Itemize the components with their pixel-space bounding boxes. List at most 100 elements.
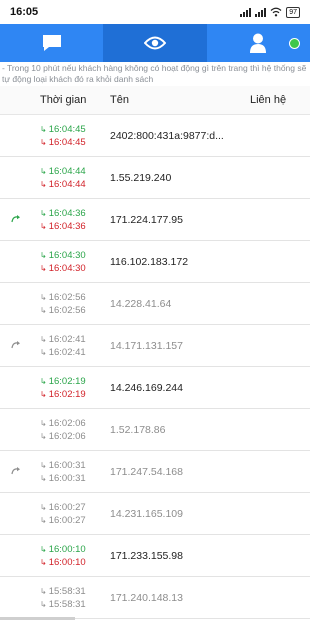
- table-row[interactable]: ↳ 16:00:31 ↳ 16:00:31 171.247.54.168: [0, 451, 310, 493]
- time-in: ↳ 16:00:10: [40, 543, 86, 555]
- row-times: ↳ 16:02:56 ↳ 16:02:56: [32, 291, 106, 317]
- person-icon: [250, 33, 267, 53]
- returning-visitor-icon: [10, 341, 20, 349]
- signal-2-icon: [255, 7, 267, 17]
- arrow-in-icon: ↳: [40, 418, 47, 428]
- status-bar: 16:05 97: [0, 0, 310, 24]
- visitor-name: 116.102.183.172: [110, 255, 189, 268]
- row-indicator: [0, 215, 32, 224]
- row-times: ↳ 16:02:41 ↳ 16:02:41: [32, 333, 106, 359]
- arrow-out-icon: ↳: [40, 137, 47, 147]
- row-times: ↳ 16:04:30 ↳ 16:04:30: [32, 249, 106, 275]
- arrow-in-icon: ↳: [40, 544, 47, 554]
- visitor-name: 14.246.169.244: [110, 381, 183, 394]
- table-row[interactable]: ↳ 16:04:44 ↳ 16:04:44 1.55.219.240: [0, 157, 310, 199]
- visitor-name: 14.231.165.109: [110, 507, 183, 520]
- time-in: ↳ 16:00:27: [40, 501, 86, 513]
- header-contact: Liên hệ: [250, 94, 287, 106]
- table-header: Thời gian Tên Liên hệ: [0, 86, 310, 115]
- wifi-icon: [270, 7, 282, 17]
- row-times: ↳ 16:04:45 ↳ 16:04:45: [32, 123, 106, 149]
- time-out: ↳ 16:02:06: [40, 430, 86, 442]
- time-in: ↳ 16:02:19: [40, 375, 86, 387]
- visitor-name: 2402:800:431a:9877:d...: [110, 129, 224, 142]
- time-in: ↳ 16:04:30: [40, 249, 86, 261]
- arrow-in-icon: ↳: [40, 124, 47, 134]
- row-times: ↳ 16:00:27 ↳ 16:00:27: [32, 501, 106, 527]
- time-in: ↳ 16:02:41: [40, 333, 86, 345]
- arrow-in-icon: ↳: [40, 376, 47, 386]
- row-times: ↳ 16:04:44 ↳ 16:04:44: [32, 165, 106, 191]
- arrow-out-icon: ↳: [40, 221, 47, 231]
- arrow-out-icon: ↳: [40, 179, 47, 189]
- arrow-in-icon: ↳: [40, 502, 47, 512]
- table-row[interactable]: ↳ 16:02:41 ↳ 16:02:41 14.171.131.157: [0, 325, 310, 367]
- time-out: ↳ 16:00:27: [40, 514, 86, 526]
- time-in: ↳ 16:04:44: [40, 165, 86, 177]
- header-name: Tên: [110, 94, 129, 106]
- visitor-name: 171.240.148.13: [110, 591, 183, 604]
- arrow-in-icon: ↳: [40, 334, 47, 344]
- eye-icon: [143, 36, 166, 50]
- battery-icon: 97: [286, 6, 300, 18]
- notice-text: - Trong 10 phút nếu khách hàng không có …: [2, 63, 307, 84]
- table-row[interactable]: ↳ 16:00:10 ↳ 16:00:10 171.233.155.98: [0, 535, 310, 577]
- table-row[interactable]: ↳ 16:04:36 ↳ 16:04:36 171.224.177.95: [0, 199, 310, 241]
- table-row[interactable]: ↳ 16:00:27 ↳ 16:00:27 14.231.165.109: [0, 493, 310, 535]
- time-in: ↳ 16:04:36: [40, 207, 86, 219]
- time-in: ↳ 16:02:06: [40, 417, 86, 429]
- header-time: Thời gian: [40, 94, 87, 106]
- returning-visitor-icon: [10, 215, 20, 223]
- table-row[interactable]: ↳ 15:58:31 ↳ 15:58:31 171.240.148.13: [0, 577, 310, 619]
- visitor-name: 1.55.219.240: [110, 171, 172, 184]
- row-times: ↳ 16:00:31 ↳ 16:00:31: [32, 459, 106, 485]
- arrow-out-icon: ↳: [40, 599, 47, 609]
- chat-bubble-icon: [42, 35, 61, 51]
- row-times: ↳ 15:58:31 ↳ 15:58:31: [32, 585, 106, 611]
- table-row[interactable]: ↳ 16:02:19 ↳ 16:02:19 14.246.169.244: [0, 367, 310, 409]
- arrow-out-icon: ↳: [40, 305, 47, 315]
- arrow-out-icon: ↳: [40, 263, 47, 273]
- visitor-name: 1.52.178.86: [110, 423, 166, 436]
- status-icons: 97: [240, 6, 300, 18]
- status-time: 16:05: [10, 6, 39, 18]
- tab-bar: [0, 24, 310, 62]
- visitor-list: ↳ 16:04:45 ↳ 16:04:45 2402:800:431a:9877:d..…: [0, 115, 310, 619]
- row-times: ↳ 16:02:06 ↳ 16:02:06: [32, 417, 106, 443]
- table-row[interactable]: ↳ 16:04:45 ↳ 16:04:45 2402:800:431a:9877:d..…: [0, 115, 310, 157]
- online-status-dot: [289, 38, 300, 49]
- row-indicator: [0, 341, 32, 350]
- time-in: ↳ 16:00:31: [40, 459, 86, 471]
- time-out: ↳ 16:02:19: [40, 388, 86, 400]
- time-out: ↳ 16:00:10: [40, 556, 86, 568]
- tab-chat[interactable]: [0, 24, 103, 62]
- arrow-out-icon: ↳: [40, 347, 47, 357]
- table-row[interactable]: ↳ 16:02:06 ↳ 16:02:06 1.52.178.86: [0, 409, 310, 451]
- arrow-in-icon: ↳: [40, 460, 47, 470]
- visitor-name: 171.247.54.168: [110, 465, 183, 478]
- time-out: ↳ 16:04:30: [40, 262, 86, 274]
- arrow-out-icon: ↳: [40, 473, 47, 483]
- row-times: ↳ 16:02:19 ↳ 16:02:19: [32, 375, 106, 401]
- table-row[interactable]: ↳ 16:02:56 ↳ 16:02:56 14.228.41.64: [0, 283, 310, 325]
- time-in: ↳ 15:58:31: [40, 585, 86, 597]
- table-row[interactable]: ↳ 16:04:30 ↳ 16:04:30 116.102.183.172: [0, 241, 310, 283]
- arrow-out-icon: ↳: [40, 515, 47, 525]
- arrow-in-icon: ↳: [40, 208, 47, 218]
- returning-visitor-icon: [10, 467, 20, 475]
- arrow-in-icon: ↳: [40, 250, 47, 260]
- time-in: ↳ 16:04:45: [40, 123, 86, 135]
- visitor-name: 171.233.155.98: [110, 549, 183, 562]
- tab-visitors[interactable]: [103, 24, 207, 62]
- time-out: ↳ 16:04:44: [40, 178, 86, 190]
- visitor-name: 171.224.177.95: [110, 213, 183, 226]
- row-times: ↳ 16:04:36 ↳ 16:04:36: [32, 207, 106, 233]
- time-out: ↳ 16:02:56: [40, 304, 86, 316]
- time-out: ↳ 16:04:45: [40, 136, 86, 148]
- visitor-name: 14.228.41.64: [110, 297, 172, 310]
- arrow-in-icon: ↳: [40, 292, 47, 302]
- arrow-out-icon: ↳: [40, 431, 47, 441]
- arrow-in-icon: ↳: [40, 586, 47, 596]
- time-out: ↳ 16:00:31: [40, 472, 86, 484]
- visitor-name: 14.171.131.157: [110, 339, 183, 352]
